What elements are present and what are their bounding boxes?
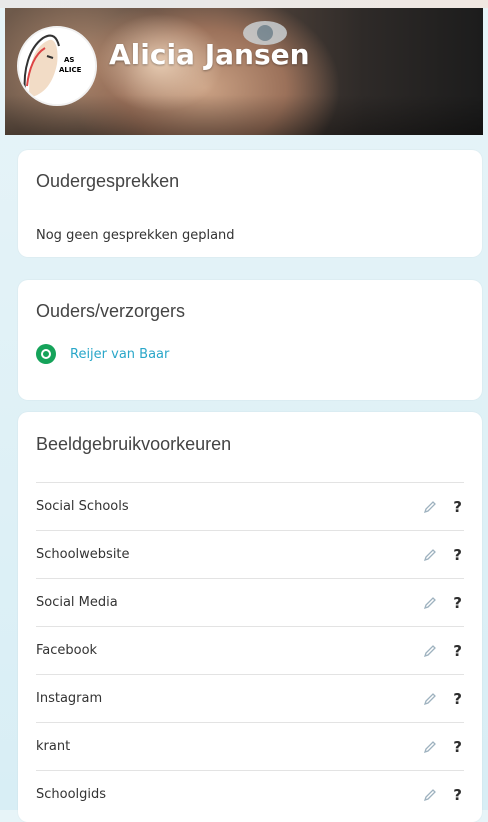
pencil-icon[interactable] xyxy=(423,548,437,562)
preference-label: Social Media xyxy=(36,595,118,610)
preference-row: Social Media ? xyxy=(36,578,464,626)
avatar[interactable]: AS ALICE xyxy=(17,26,97,106)
status-icon xyxy=(36,344,56,364)
preference-row: Instagram ? xyxy=(36,674,464,722)
pencil-icon[interactable] xyxy=(423,788,437,802)
preference-actions: ? xyxy=(423,642,462,660)
help-icon[interactable]: ? xyxy=(453,498,462,516)
preference-row: Schoolwebsite ? xyxy=(36,530,464,578)
preference-label: Social Schools xyxy=(36,499,129,514)
preference-actions: ? xyxy=(423,594,462,612)
preference-actions: ? xyxy=(423,690,462,708)
pencil-icon[interactable] xyxy=(423,500,437,514)
preference-label: Instagram xyxy=(36,691,103,706)
guardians-title: Ouders/verzorgers xyxy=(36,301,186,321)
help-icon[interactable]: ? xyxy=(453,546,462,564)
help-icon[interactable]: ? xyxy=(453,786,462,804)
top-strip xyxy=(0,0,488,8)
image-preferences-title: Beeldgebruikvoorkeuren xyxy=(36,434,232,454)
help-icon[interactable]: ? xyxy=(453,690,462,708)
profile-header: AS ALICE Alicia Jansen xyxy=(5,8,483,135)
preference-row: Social Schools ? xyxy=(36,482,464,530)
avatar-text-2: ALICE xyxy=(59,66,82,74)
guardian-link[interactable]: Reijer van Baar xyxy=(70,347,169,362)
avatar-illustration: AS ALICE xyxy=(19,28,95,104)
pencil-icon[interactable] xyxy=(423,692,437,706)
help-icon[interactable]: ? xyxy=(453,738,462,756)
image-preferences-card: Beeldgebruikvoorkeuren Social Schools ? … xyxy=(18,412,482,822)
student-name: Alicia Jansen xyxy=(109,38,310,71)
help-icon[interactable]: ? xyxy=(453,642,462,660)
preference-label: Schoolgids xyxy=(36,787,107,802)
guardians-card: Ouders/verzorgers Reijer van Baar xyxy=(18,280,482,400)
pencil-icon[interactable] xyxy=(423,740,437,754)
image-preferences-list: Social Schools ? Schoolwebsite ? Social … xyxy=(36,482,464,818)
preference-row: Schoolgids ? xyxy=(36,770,464,818)
preference-actions: ? xyxy=(423,546,462,564)
preference-row: Facebook ? xyxy=(36,626,464,674)
preference-label: Schoolwebsite xyxy=(36,547,130,562)
preference-label: Facebook xyxy=(36,643,98,658)
pencil-icon[interactable] xyxy=(423,644,437,658)
help-icon[interactable]: ? xyxy=(453,594,462,612)
preference-actions: ? xyxy=(423,738,462,756)
parent-meetings-empty-text: Nog geen gesprekken gepland xyxy=(36,228,235,243)
guardian-item: Reijer van Baar xyxy=(36,344,169,364)
preference-actions: ? xyxy=(423,786,462,804)
avatar-text-1: AS xyxy=(64,56,74,64)
parent-meetings-title: Oudergesprekken xyxy=(36,171,180,191)
preference-label: krant xyxy=(36,739,71,754)
pencil-icon[interactable] xyxy=(423,596,437,610)
parent-meetings-card: Oudergesprekken Nog geen gesprekken gepl… xyxy=(18,150,482,257)
preference-row: krant ? xyxy=(36,722,464,770)
preference-actions: ? xyxy=(423,498,462,516)
